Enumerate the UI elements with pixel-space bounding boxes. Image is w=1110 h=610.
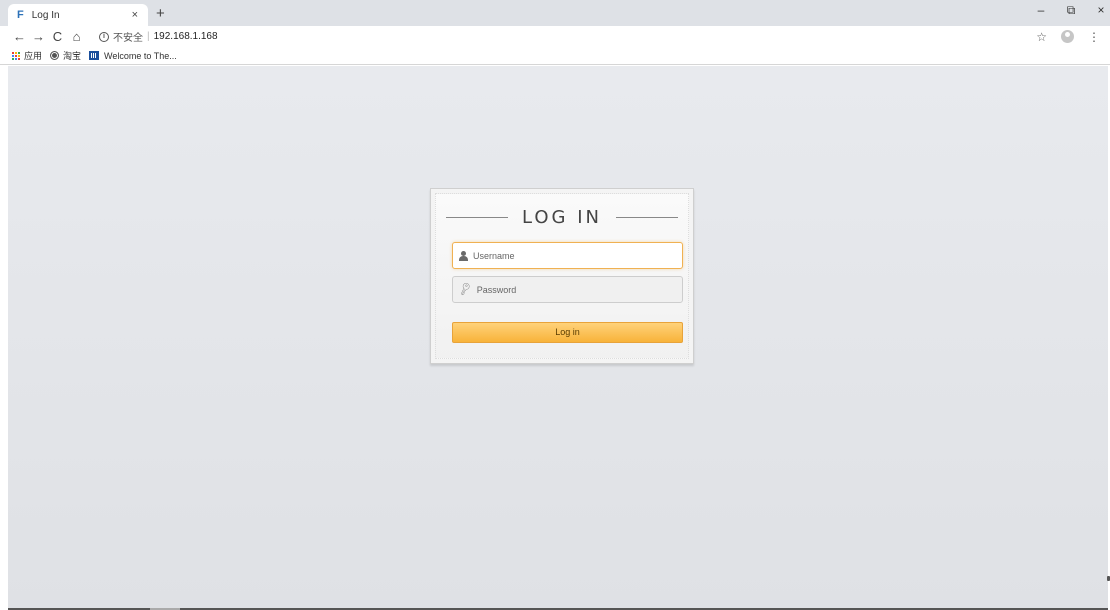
browser-toolbar: ← → C ⌂ i 不安全 | 192.168.1.168 ☆ ⋮ <box>0 26 1110 47</box>
tab-close-icon[interactable]: × <box>132 9 138 21</box>
address-separator: | <box>147 31 150 42</box>
profile-icon[interactable] <box>1061 30 1074 43</box>
browser-tab[interactable]: F Log In × <box>8 4 148 26</box>
tab-strip: F Log In × + – ⧉ × <box>0 0 1110 26</box>
new-tab-icon[interactable]: + <box>156 5 165 22</box>
address-bar[interactable]: i 不安全 | 192.168.1.168 <box>99 28 1036 45</box>
favicon-icon: F <box>17 9 24 21</box>
reload-icon[interactable]: C <box>49 29 66 44</box>
close-window-icon[interactable]: × <box>1096 3 1106 18</box>
info-icon[interactable]: i <box>99 31 109 42</box>
username-input[interactable] <box>473 250 673 261</box>
bookmark-welcome[interactable]: Welcome to The... <box>89 51 177 61</box>
tab-title: Log In <box>31 9 60 21</box>
minimize-icon[interactable]: – <box>1036 3 1046 18</box>
apps-grid-icon <box>12 51 20 60</box>
site-icon <box>89 51 100 60</box>
url-text[interactable]: 192.168.1.168 <box>154 31 218 42</box>
login-panel-inner: LOG IN 🔑︎ Log in <box>435 193 689 359</box>
forward-icon[interactable]: → <box>30 29 47 44</box>
back-icon[interactable]: ← <box>11 29 28 44</box>
menu-icon[interactable]: ⋮ <box>1088 30 1100 44</box>
bookmark-label: 应用 <box>24 51 43 61</box>
heading-rule-right <box>616 217 678 218</box>
login-heading: LOG IN <box>436 207 688 228</box>
key-icon: 🔑︎ <box>457 282 474 297</box>
user-icon <box>459 250 468 261</box>
bookmark-label: 淘宝 <box>63 51 82 61</box>
security-label[interactable]: 不安全 <box>113 29 143 44</box>
password-field[interactable]: 🔑︎ <box>452 276 683 303</box>
home-icon[interactable]: ⌂ <box>68 29 85 44</box>
bookmark-apps[interactable]: 应用 <box>12 49 42 62</box>
star-icon[interactable]: ☆ <box>1036 30 1047 44</box>
window-controls: – ⧉ × <box>1036 3 1106 18</box>
heading-rule-left <box>446 217 508 218</box>
globe-icon <box>50 51 60 60</box>
bookmark-label: Welcome to The... <box>104 50 177 61</box>
username-field[interactable] <box>452 242 683 269</box>
login-panel: LOG IN 🔑︎ Log in <box>430 188 694 364</box>
bookmark-taobao[interactable]: 淘宝 <box>50 49 81 62</box>
toolbar-right: ☆ ⋮ <box>1036 30 1100 44</box>
bookmarks-bar: 应用 淘宝 Welcome to The... <box>0 47 1110 65</box>
login-button[interactable]: Log in <box>452 322 683 343</box>
login-title: LOG IN <box>522 207 602 228</box>
password-input[interactable] <box>476 284 677 295</box>
restore-icon[interactable]: ⧉ <box>1066 3 1076 18</box>
